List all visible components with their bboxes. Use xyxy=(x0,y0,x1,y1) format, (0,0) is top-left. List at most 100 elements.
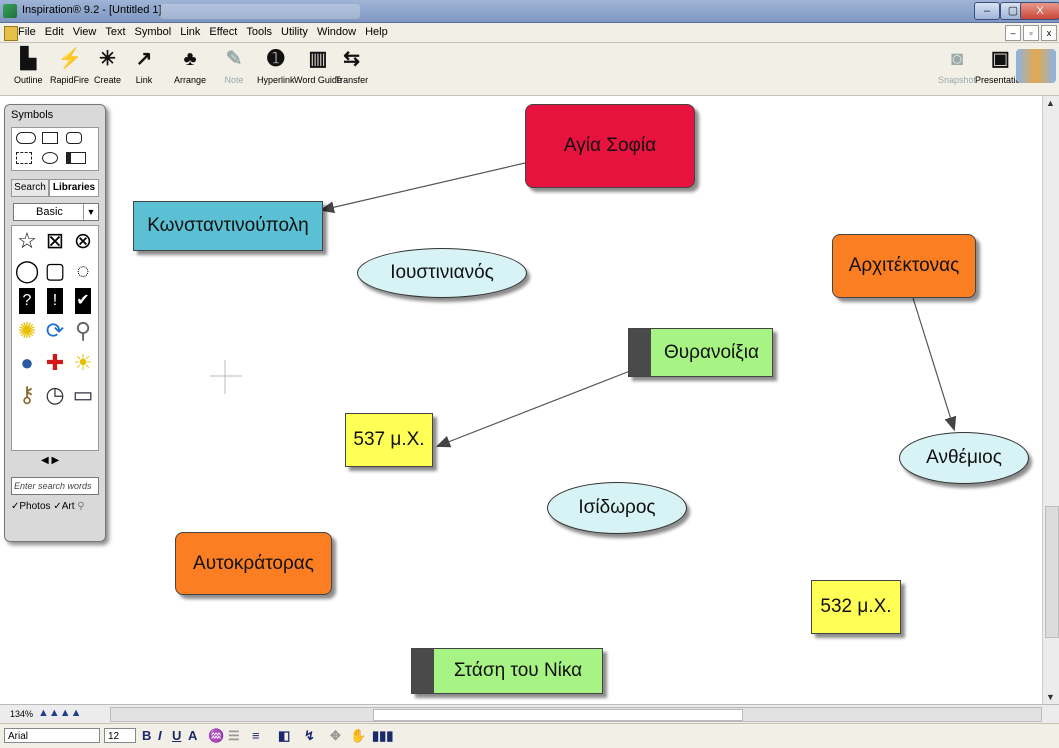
symbol-search-input[interactable]: Enter search words xyxy=(11,477,99,495)
scroll-down-icon[interactable]: ▼ xyxy=(1046,692,1055,702)
rapidfire-button[interactable]: ⚡ RapidFire xyxy=(50,47,89,85)
library-select[interactable]: Basic ▼ xyxy=(13,203,99,221)
checkmark-icon[interactable]: ✔ xyxy=(75,288,91,314)
oval-shape-icon[interactable] xyxy=(16,132,36,144)
art-checkbox[interactable]: ✓Art xyxy=(53,501,74,512)
menu-utility[interactable]: Utility xyxy=(281,26,308,38)
node-label: 537 μ.Χ. xyxy=(353,429,425,450)
horizontal-scrollbar[interactable] xyxy=(110,707,1042,722)
note-button[interactable]: ✎ Note xyxy=(222,47,246,85)
speech-bubble-icon[interactable]: ◯ xyxy=(14,258,40,284)
node-architektonas[interactable]: Αρχιτέκτονας xyxy=(832,234,976,298)
pens-icon[interactable]: ▮▮▮ xyxy=(372,728,393,744)
menu-effect[interactable]: Effect xyxy=(209,26,237,38)
node-autokratoras[interactable]: Αυτοκράτορας xyxy=(175,532,332,595)
photos-checkbox[interactable]: ✓Photos xyxy=(11,501,51,512)
minimize-button[interactable]: – xyxy=(974,2,1000,20)
document-icon[interactable] xyxy=(4,26,18,41)
doc-close-button[interactable]: x xyxy=(1041,25,1057,41)
node-thyranoixia[interactable]: Θυρανοίξια xyxy=(628,328,773,377)
menu-window[interactable]: Window xyxy=(317,26,356,38)
scroll-thumb[interactable] xyxy=(1045,506,1059,638)
menu-tools[interactable]: Tools xyxy=(246,26,272,38)
menu-edit[interactable]: Edit xyxy=(45,26,64,38)
library-pager[interactable]: ◀ ▶ xyxy=(41,455,59,466)
snapshot-button[interactable]: ◙ Snapshot xyxy=(938,47,976,85)
laptop-icon[interactable]: ▭ xyxy=(70,382,96,408)
rounded-shape-icon[interactable] xyxy=(66,132,82,144)
align-icon[interactable]: ≡ xyxy=(252,728,260,743)
vertical-scrollbar[interactable]: ▲ ▼ xyxy=(1042,96,1059,704)
envelope-icon[interactable]: ⊠ xyxy=(42,228,68,254)
bold-icon[interactable]: B xyxy=(142,728,151,743)
link-style-icon[interactable]: ↯ xyxy=(304,728,315,744)
tab-libraries[interactable]: Libraries xyxy=(49,179,99,197)
node-agia-sofia[interactable]: Αγία Σοφία xyxy=(525,104,695,188)
doc-minimize-button[interactable]: – xyxy=(1005,25,1021,41)
symbol-library[interactable]: ☆ ⊠ ⊗ ◯ ▢ ◌ ? ! ✔ ✺ ⟳ ⚲ ● ✚ ☀ ⚷ ◷ ▭ xyxy=(11,225,99,451)
link-architektonas-anthemios[interactable] xyxy=(912,297,957,432)
hand-icon[interactable]: ✋ xyxy=(350,728,366,744)
link-button[interactable]: ↗ Link xyxy=(132,47,156,85)
underline-icon[interactable]: U xyxy=(172,728,181,743)
node-isidoros[interactable]: Ισίδωρος xyxy=(547,482,687,534)
shape-picker[interactable] xyxy=(11,127,99,171)
crossed-oval-icon[interactable]: ⊗ xyxy=(70,228,96,254)
menu-text[interactable]: Text xyxy=(105,26,125,38)
tab-search[interactable]: Search xyxy=(11,179,49,197)
globe-icon[interactable]: ● xyxy=(14,350,40,376)
sun-icon[interactable]: ☀ xyxy=(70,350,96,376)
recycle-icon[interactable]: ⟳ xyxy=(42,318,68,344)
font-size-select[interactable]: 12 xyxy=(104,728,136,743)
question-icon[interactable]: ? xyxy=(19,288,35,314)
arrange-button[interactable]: ♣ Arrange xyxy=(174,47,206,85)
node-anthemios[interactable]: Ανθέμιος xyxy=(899,432,1029,484)
shape-style-icon[interactable]: ◧ xyxy=(278,728,290,744)
scroll-up-icon[interactable]: ▲ xyxy=(1046,98,1055,108)
move-icon[interactable]: ✥ xyxy=(330,728,341,744)
rect-shape-icon[interactable] xyxy=(42,132,58,144)
symbols-palette[interactable]: Symbols Search Libraries Basic ▼ ☆ ⊠ ⊗ ◯ … xyxy=(4,104,106,542)
node-stasi-nika[interactable]: Στάση του Νίκα xyxy=(411,648,603,694)
menu-bar: File Edit View Text Symbol Link Effect T… xyxy=(0,23,1059,43)
doc-restore-button[interactable]: ▫ xyxy=(1023,25,1039,41)
text-shape-icon[interactable] xyxy=(16,152,32,164)
node-532[interactable]: 532 μ.Χ. xyxy=(811,580,901,634)
note-shape-icon[interactable] xyxy=(66,152,86,164)
menu-help[interactable]: Help xyxy=(365,26,388,38)
node-ioustinianos[interactable]: Ιουστινιανός xyxy=(357,248,527,298)
fill-color-icon[interactable]: ♒ xyxy=(208,728,224,744)
font-select[interactable]: Arial xyxy=(4,728,100,743)
create-button[interactable]: ✳ Create xyxy=(94,47,121,85)
menu-file[interactable]: File xyxy=(18,26,36,38)
speech-square-icon[interactable]: ▢ xyxy=(42,258,68,284)
diagram-canvas[interactable]: Αγία Σοφία Κωνσταντινούπολη Ιουστινιανός… xyxy=(0,96,1042,704)
link-agia-sofia-konstantinoupoli[interactable] xyxy=(319,162,526,214)
search-icon[interactable]: ⚲ xyxy=(77,501,84,512)
puzzle-icon[interactable]: ✚ xyxy=(42,350,68,376)
transfer-button[interactable]: ⇆ Transfer xyxy=(335,47,368,85)
outline-button[interactable]: ▙ Outline xyxy=(14,47,43,85)
circle-shape-icon[interactable] xyxy=(42,152,58,164)
text-color-icon[interactable]: A xyxy=(188,728,197,743)
node-konstantinoupoli[interactable]: Κωνσταντινούπολη xyxy=(133,201,323,251)
exclamation-icon[interactable]: ! xyxy=(47,288,63,314)
lightbulb-icon[interactable]: ✺ xyxy=(14,318,40,344)
zoom-controls-icon[interactable]: ▲▲▲▲ xyxy=(38,707,82,719)
star-icon[interactable]: ☆ xyxy=(14,228,40,254)
menu-link[interactable]: Link xyxy=(180,26,200,38)
close-button[interactable]: X xyxy=(1020,2,1059,20)
menu-symbol[interactable]: Symbol xyxy=(135,26,172,38)
italic-icon[interactable]: I xyxy=(158,728,162,743)
thought-bubble-icon[interactable]: ◌ xyxy=(70,258,96,284)
hscroll-thumb[interactable] xyxy=(373,709,743,721)
clock-icon[interactable]: ◷ xyxy=(42,382,68,408)
key-icon[interactable]: ⚷ xyxy=(14,382,40,408)
hyperlink-button[interactable]: ➊ Hyperlink xyxy=(257,47,295,85)
magnifier-icon[interactable]: ⚲ xyxy=(70,318,96,344)
menu-view[interactable]: View xyxy=(73,26,97,38)
snapshot-icon: ◙ xyxy=(950,48,964,70)
line-style-icon[interactable]: ☰ xyxy=(228,728,240,744)
link-thyranoixia-537[interactable] xyxy=(435,370,631,448)
node-537[interactable]: 537 μ.Χ. xyxy=(345,413,433,467)
